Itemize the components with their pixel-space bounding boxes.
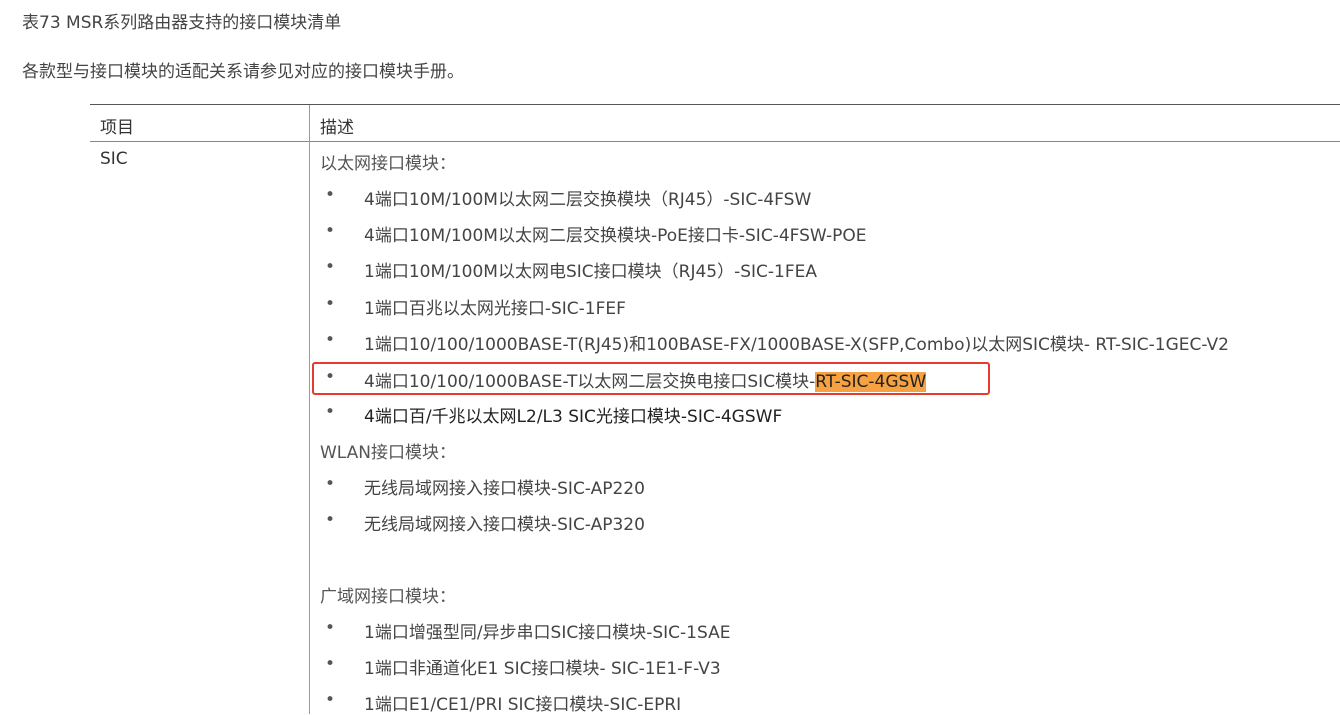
table-top-border [90,104,1340,105]
header-description: 描述 [320,118,354,138]
header-item: 项目 [100,118,134,138]
bullet-icon: • [324,474,336,494]
bullet-icon: • [324,330,336,350]
header-bottom-border [90,141,1340,142]
bullet-icon: • [324,257,336,277]
bullet-icon: • [324,402,336,422]
bullet-icon: • [324,294,336,314]
section-title-wlan: WLAN接口模块： [320,443,457,463]
bullet-icon: • [324,654,336,674]
column-divider [309,105,310,714]
bullet-icon: • [324,690,336,710]
row-item-sic: SIC [100,149,128,169]
section-title-ethernet: 以太网接口模块： [320,154,456,174]
annotation-box [312,362,990,395]
intro-text: 各款型与接口模块的适配关系请参见对应的接口模块手册。 [22,62,464,82]
bullet-icon: • [324,510,336,530]
table-caption: 表73 MSR系列路由器支持的接口模块清单 [22,13,342,33]
bullet-icon: • [324,221,336,241]
bullet-icon: • [324,185,336,205]
section-title-wan: 广域网接口模块： [320,587,456,607]
bullet-icon: • [324,618,336,638]
